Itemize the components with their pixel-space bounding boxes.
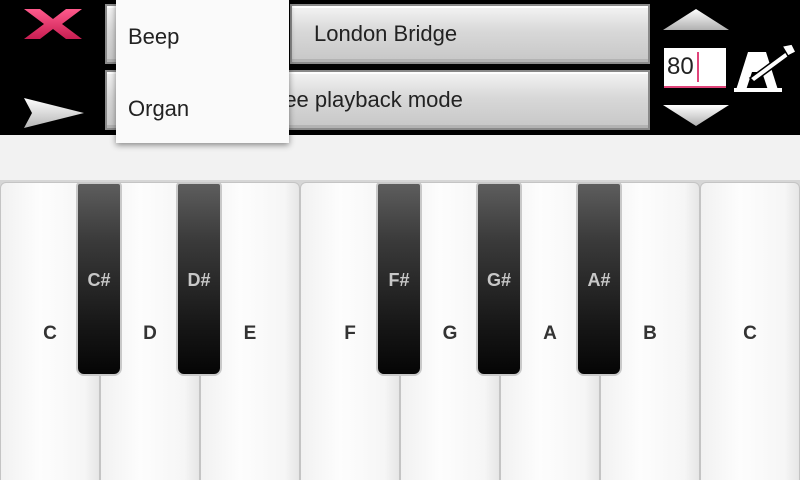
song-select[interactable]: London Bridge	[290, 4, 650, 64]
key-label: C#	[87, 270, 111, 290]
instrument-dropdown-menu: Beep Organ	[116, 0, 289, 143]
key-label: F#	[388, 270, 410, 290]
key-label: A#	[587, 270, 611, 290]
playback-mode-label: ree playback mode	[277, 87, 463, 112]
black-key-g-sharp[interactable]: G#	[476, 182, 522, 376]
white-key-c-high[interactable]: C	[700, 182, 800, 480]
tempo-input[interactable]	[664, 48, 726, 88]
black-key-c-sharp[interactable]: C#	[76, 182, 122, 376]
black-key-d-sharp[interactable]: D#	[176, 182, 222, 376]
instrument-option-beep[interactable]: Beep	[128, 24, 179, 50]
play-icon[interactable]	[20, 94, 86, 132]
song-title: London Bridge	[314, 21, 458, 46]
black-key-f-sharp[interactable]: F#	[376, 182, 422, 376]
tempo-down-icon[interactable]	[661, 102, 731, 128]
key-label: G#	[486, 270, 511, 290]
text-caret	[697, 52, 699, 82]
metronome-icon[interactable]	[730, 42, 798, 94]
close-icon[interactable]	[20, 6, 86, 42]
instrument-option-organ[interactable]: Organ	[128, 96, 189, 122]
black-key-a-sharp[interactable]: A#	[576, 182, 622, 376]
piano-keyboard: C D E F G A B C C# D# F# G# A#	[0, 180, 800, 480]
tempo-up-icon[interactable]	[661, 6, 731, 32]
key-label: D#	[187, 270, 211, 290]
key-label: C	[743, 323, 757, 344]
